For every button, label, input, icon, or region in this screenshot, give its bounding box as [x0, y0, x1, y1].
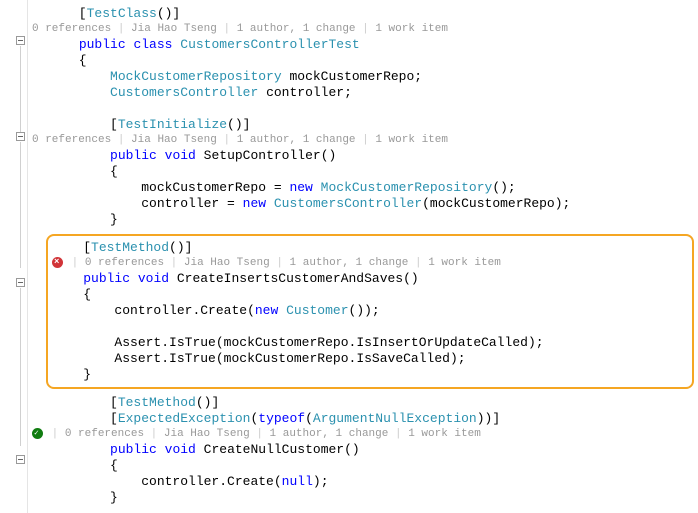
fold-button[interactable]	[16, 36, 25, 45]
fold-button[interactable]	[16, 455, 25, 464]
fold-button[interactable]	[16, 132, 25, 141]
code-editor: [TestClass()] 0 references | Jia Hao Tse…	[0, 0, 698, 513]
test-pass-icon	[32, 428, 43, 439]
class-name: CustomersControllerTest	[180, 37, 359, 52]
fold-button[interactable]	[16, 278, 25, 287]
code-content[interactable]: [TestClass()] 0 references | Jia Hao Tse…	[28, 0, 698, 513]
codelens[interactable]: 0 references | Jia Hao Tseng | 1 author,…	[32, 22, 698, 36]
attribute: TestClass	[87, 6, 157, 21]
method-name: CreateNullCustomer	[204, 442, 344, 457]
test-fail-icon	[52, 257, 63, 268]
highlighted-method: [TestMethod()] | 0 references | Jia Hao …	[46, 234, 694, 389]
method-name: SetupController	[204, 148, 321, 163]
method-name: CreateInsertsCustomerAndSaves	[177, 271, 403, 286]
codelens[interactable]: | 0 references | Jia Hao Tseng | 1 autho…	[32, 427, 698, 441]
gutter	[0, 0, 28, 513]
codelens[interactable]: | 0 references | Jia Hao Tseng | 1 autho…	[52, 256, 684, 270]
codelens[interactable]: 0 references | Jia Hao Tseng | 1 author,…	[32, 133, 698, 147]
